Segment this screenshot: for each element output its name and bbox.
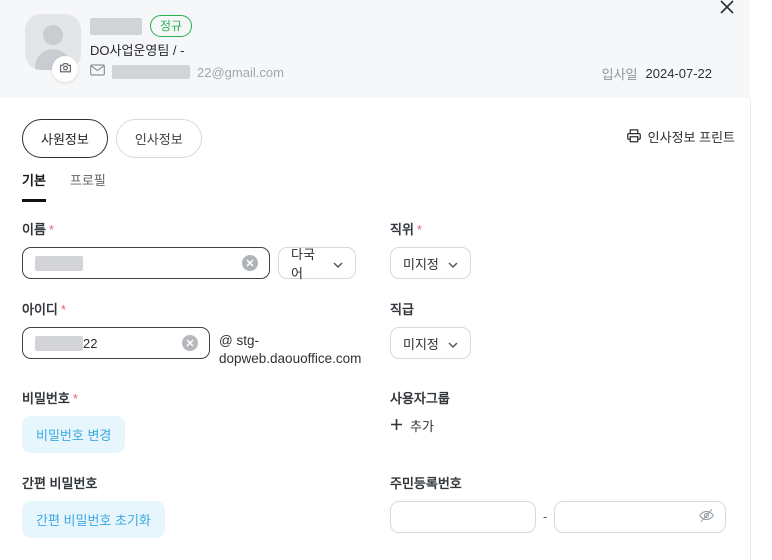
id-value-redacted [35,336,83,351]
id-value-suffix: 22 [83,336,97,351]
join-date: 입사일 2024-07-22 [602,64,712,83]
id-input[interactable]: 22 [22,327,210,359]
rrn-front-field[interactable] [403,510,525,525]
camera-icon [59,61,72,77]
field-name: 이름* 다국어 [22,219,368,279]
panel-right-border [750,98,751,560]
print-label: 인사정보 프린트 [648,127,735,146]
field-rrn: 주민등록번호 - [390,473,726,538]
change-password-button[interactable]: 비밀번호 변경 [22,416,125,453]
sub-tabs: 기본 프로필 [22,170,106,202]
email-suffix: 22@gmail.com [197,65,284,80]
basic-info-form: 이름* 다국어 직위* [22,219,726,560]
subtab-basic[interactable]: 기본 [22,170,46,202]
eye-off-icon [698,508,715,526]
field-password: 비밀번호* 비밀번호 변경 [22,388,368,453]
clear-id-button[interactable] [181,334,199,352]
position-select[interactable]: 미지정 [390,247,471,279]
team-and-position: DO사업운영팀 / - [90,40,184,59]
position-label: 직위 [390,222,414,237]
print-hr-info-button[interactable]: 인사정보 프린트 [626,127,735,146]
close-button[interactable] [714,0,740,21]
add-user-group-button[interactable]: 추가 [390,416,434,435]
chevron-down-icon [448,256,458,271]
field-user-group: 사용자그룹 추가 [390,388,726,453]
clear-name-button[interactable] [241,254,259,272]
employee-detail-modal: 정규 DO사업운영팀 / - 22@gmail.com 입사일 2024-07-… [0,0,772,560]
tab-employee-info[interactable]: 사원정보 [22,119,108,158]
chevron-down-icon [333,256,343,271]
id-domain-text: @ stg-dopweb.daouoffice.com [219,327,359,368]
rrn-separator: - [543,509,547,524]
password-label: 비밀번호 [22,391,70,406]
rrn-front-input[interactable] [390,501,536,533]
main-tabs: 사원정보 인사정보 [22,119,202,158]
name-input[interactable] [22,247,270,279]
plus-icon [390,418,403,434]
join-date-label: 입사일 [602,64,638,83]
name-language-select[interactable]: 다국어 [278,247,356,279]
tab-hr-info[interactable]: 인사정보 [116,119,202,158]
change-photo-button[interactable] [52,56,78,82]
employee-name-redacted [90,18,142,35]
subtab-profile[interactable]: 프로필 [70,170,106,202]
printer-icon [626,128,642,146]
simple-password-label: 간편 비밀번호 [22,473,368,492]
rrn-back-input[interactable] [554,501,726,533]
field-rank: 직급 미지정 [390,299,726,368]
rrn-back-field[interactable] [567,510,698,525]
toggle-rrn-visibility-button[interactable] [698,508,715,526]
field-id: 아이디* 22 @ stg-dopweb.daouoffice.com [22,299,368,368]
rrn-label: 주민등록번호 [390,473,726,492]
required-mark: * [61,302,66,317]
rank-select[interactable]: 미지정 [390,327,471,359]
user-group-label: 사용자그룹 [390,388,726,407]
id-label: 아이디 [22,302,58,317]
field-position: 직위* 미지정 [390,219,726,279]
name-value-redacted [35,256,83,271]
avatar-silhouette [43,25,63,45]
required-mark: * [417,222,422,237]
status-badge: 정규 [150,15,192,37]
mail-icon [90,63,105,81]
required-mark: * [49,222,54,237]
name-label: 이름 [22,222,46,237]
required-mark: * [73,391,78,406]
field-simple-password: 간편 비밀번호 간편 비밀번호 초기화 [22,473,368,538]
profile-header: 정규 DO사업운영팀 / - 22@gmail.com 입사일 2024-07-… [0,0,750,98]
email-redacted [112,65,190,79]
join-date-value: 2024-07-22 [646,66,713,81]
rank-label: 직급 [390,299,726,318]
chevron-down-icon [448,336,458,351]
close-icon [718,0,736,19]
reset-simple-password-button[interactable]: 간편 비밀번호 초기화 [22,501,165,538]
